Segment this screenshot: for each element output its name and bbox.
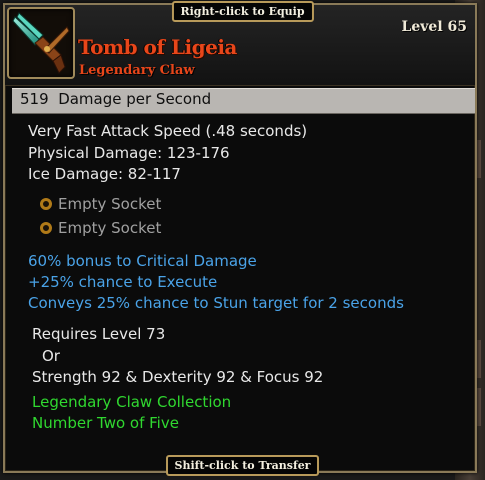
requirement-attributes: Strength 92 & Dexterity 92 & Focus 92 — [32, 368, 324, 386]
modifier-critical: 60% bonus to Critical Damage — [28, 252, 257, 270]
collection-name: Legendary Claw Collection — [32, 393, 232, 411]
transfer-hint[interactable]: Shift-click to Transfer — [165, 455, 320, 476]
socket-ring-icon — [40, 198, 52, 210]
item-level: Level 65 — [401, 19, 467, 35]
socket-slot[interactable]: Empty Socket — [40, 219, 161, 237]
item-name: Tomb of Ligeia — [78, 35, 237, 59]
socket-ring-icon — [40, 222, 52, 234]
socket-label: Empty Socket — [58, 195, 162, 213]
item-icon-frame — [7, 7, 75, 79]
physical-damage: Physical Damage: 123-176 — [28, 144, 230, 162]
equip-hint[interactable]: Right-click to Equip — [171, 1, 314, 22]
collection-position: Number Two of Five — [32, 414, 179, 432]
socket-label: Empty Socket — [58, 219, 162, 237]
dps-label: Damage per Second — [58, 90, 212, 108]
attack-speed: Very Fast Attack Speed (.48 seconds) — [28, 122, 308, 140]
socket-slot[interactable]: Empty Socket — [40, 195, 161, 213]
modifier-stun: Conveys 25% chance to Stun target for 2 … — [28, 294, 404, 312]
requirement-level: Requires Level 73 — [32, 325, 166, 343]
modifier-execute: +25% chance to Execute — [28, 273, 218, 291]
item-type: Legendary Claw — [79, 63, 195, 78]
claw-weapon-icon — [12, 12, 70, 74]
ice-damage: Ice Damage: 82-117 — [28, 165, 181, 183]
dps-line: 519 Damage per Second — [20, 90, 211, 108]
dps-value: 519 — [20, 90, 49, 108]
requirement-or: Or — [42, 347, 60, 365]
